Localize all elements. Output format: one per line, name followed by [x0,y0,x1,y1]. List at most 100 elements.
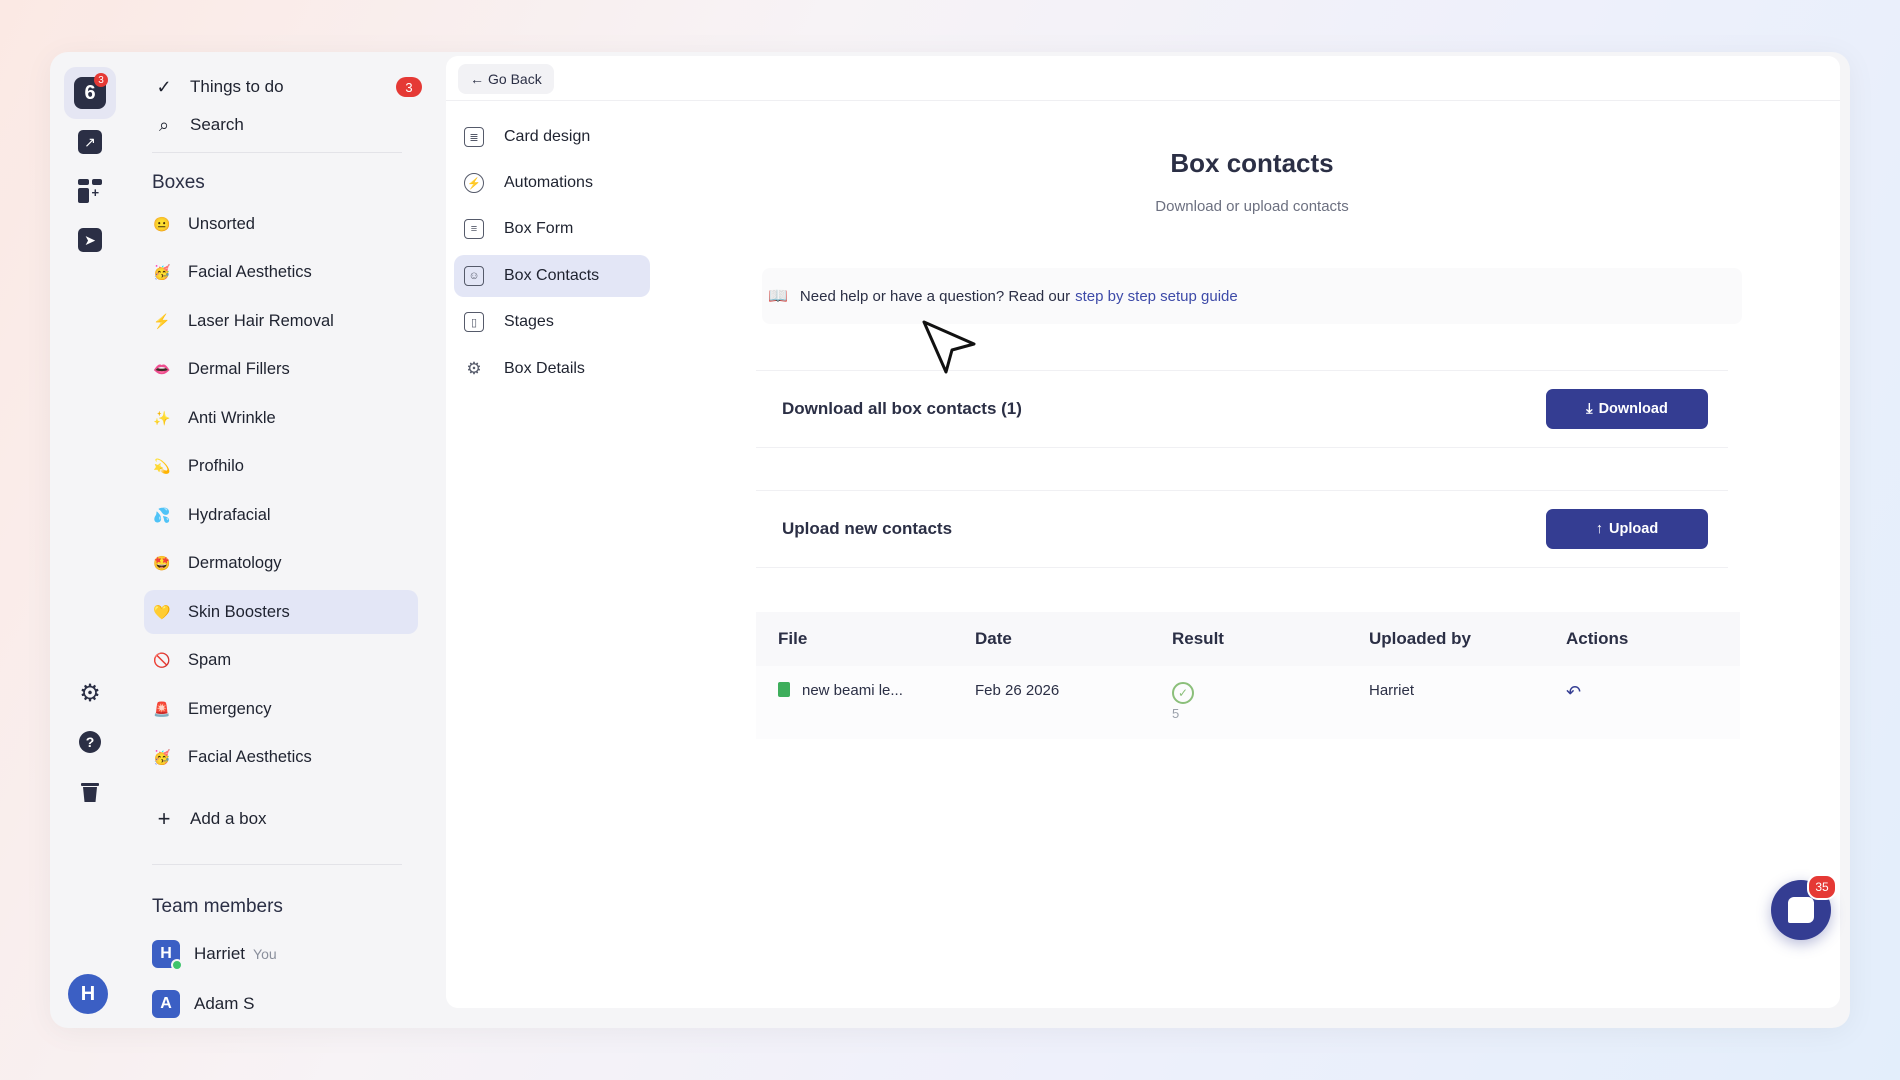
sidebar-box-dermal-fillers[interactable]: 👄 Dermal Fillers [144,347,414,391]
subnav-stages[interactable]: ▯ Stages [454,301,650,343]
sidebar-search[interactable]: ⌕ Search [152,110,422,140]
sidebar-box-laser-hair-removal[interactable]: ⚡ Laser Hair Removal [144,299,414,343]
book-icon: 📖 [768,288,788,305]
member-avatar: A [152,990,180,1018]
download-label: Download all box contacts (1) [782,399,1022,418]
download-button[interactable]: ⤓ Download [1546,389,1708,429]
rail-send-button[interactable]: ➤ [64,214,116,266]
rail-analytics-button[interactable]: ↗ [64,116,116,168]
box-label: Profhilo [188,456,244,475]
help-text: Need help or have a question? Read our [799,287,1071,305]
subnav-automations[interactable]: ⚡ Automations [454,162,650,204]
sidebar-box-facial-aesthetics-2[interactable]: 🥳 Facial Aesthetics [144,735,414,779]
arrow-left-icon: ← [470,71,484,87]
sidebar-divider [152,152,402,153]
add-box-button[interactable]: + Add a box [152,804,422,834]
upload-button[interactable]: ↑ Upload [1546,509,1708,549]
subnav-box-form[interactable]: ≡ Box Form [454,208,650,250]
col-date: Date [953,612,1150,666]
sidebar-box-spam[interactable]: 🚫 Spam [144,638,414,682]
form-icon: ≡ [464,219,484,239]
subnav-label: Card design [504,128,591,145]
result-count: 5 [1172,706,1180,721]
box-label: Facial Aesthetics [188,747,312,766]
undo-icon[interactable]: ↶ [1566,682,1581,702]
subnav-label: Stages [504,313,554,330]
sidebar-box-facial-aesthetics[interactable]: 🥳 Facial Aesthetics [144,250,414,294]
sidebar-box-emergency[interactable]: 🚨 Emergency [144,687,414,731]
member-name: Adam S [194,994,255,1013]
go-back-label: Go Back [488,71,542,87]
upload-label: Upload new contacts [782,519,953,538]
cell-result: ✓ 5 [1150,666,1347,739]
check-circle-icon: ✓ [1172,682,1194,704]
sidebar-things-to-do[interactable]: ✓ Things to do 3 [152,72,422,102]
box-emoji-icon: ⚡ [153,312,171,329]
subnav-card-design[interactable]: ≣ Card design [454,116,650,158]
col-result: Result [1150,612,1347,666]
col-actions: Actions [1544,612,1740,666]
chat-launcher-button[interactable]: 35 [1771,874,1837,940]
box-emoji-icon: 🚨 [153,700,171,717]
box-label: Skin Boosters [188,602,290,621]
sidebar-box-dermatology[interactable]: 🤩 Dermatology [144,541,414,585]
team-member-adam[interactable]: A Adam S [152,990,254,1018]
sidebar-box-unsorted[interactable]: 😐 Unsorted [144,202,414,246]
member-you-tag: You [253,946,277,962]
card-design-icon: ≣ [464,127,484,147]
stages-icon: ▯ [464,312,484,332]
member-initial: H [160,945,172,962]
setup-guide-link[interactable]: step by step setup guide [1075,288,1238,305]
cell-file[interactable]: new beami le... [756,666,953,739]
box-emoji-icon: 👄 [153,360,171,377]
rail-apps-button[interactable]: + [64,165,116,217]
box-emoji-icon: 🤩 [153,554,171,571]
plus-icon: + [157,806,171,831]
box-emoji-icon: 💛 [153,603,171,620]
box-emoji-icon: 💦 [153,506,171,523]
add-box-label: Add a box [190,809,267,828]
send-icon: ➤ [78,228,102,252]
download-button-label: Download [1598,401,1668,417]
icon-rail: 6 3 ↗ + ➤ ⚙ ? H [50,52,130,1028]
things-to-do-badge: 3 [396,77,422,97]
upload-button-label: Upload [1609,521,1659,537]
sidebar-box-profhilo[interactable]: 💫 Profhilo [144,444,414,488]
rail-help-button[interactable]: ? [64,716,116,768]
go-back-button[interactable]: ← Go Back [458,64,554,94]
contacts-icon: ☺ [464,266,484,286]
cell-date: Feb 26 2026 [953,666,1150,739]
sidebar-box-skin-boosters[interactable]: 💛 Skin Boosters [144,590,418,634]
page-subtitle: Download or upload contacts [1155,198,1349,215]
uploads-table: File Date Result Uploaded by Actions new… [756,612,1740,739]
member-avatar: H [152,940,183,971]
online-indicator [171,959,183,971]
top-bar: ← Go Back [446,56,1840,101]
chart-icon: ↗ [78,130,102,154]
sidebar-box-hydrafacial[interactable]: 💦 Hydrafacial [144,493,414,537]
box-label: Spam [188,650,232,669]
team-members-title: Team members [152,896,283,917]
sidebar-box-anti-wrinkle[interactable]: ✨ Anti Wrinkle [144,396,414,440]
things-to-do-label: Things to do [190,77,284,96]
gear-icon: ⚙ [79,679,101,707]
box-emoji-icon: 😐 [153,215,171,232]
member-name: Harriet [194,944,246,963]
rail-settings-button[interactable]: ⚙ [64,667,116,719]
grid-plus-icon: + [78,179,102,203]
automations-icon: ⚡ [464,173,484,193]
mouse-cursor-icon [922,320,976,374]
app-logo-button[interactable]: 6 3 [64,67,116,119]
user-avatar[interactable]: H [68,974,108,1014]
member-initial: A [160,995,172,1012]
upload-card: Upload new contacts ↑ Upload [756,490,1728,568]
cell-uploaded-by: Harriet [1347,666,1544,739]
download-card: Download all box contacts (1) ⤓ Download [756,370,1728,448]
subnav-box-details[interactable]: ⚙ Box Details [454,348,650,390]
subnav-box-contacts[interactable]: ☺ Box Contacts [454,255,650,297]
sidebar-divider [152,864,402,865]
box-label: Anti Wrinkle [188,408,276,427]
team-member-harriet[interactable]: H Harriet You [152,940,277,971]
box-label: Dermal Fillers [188,359,290,378]
rail-trash-button[interactable] [64,766,116,818]
